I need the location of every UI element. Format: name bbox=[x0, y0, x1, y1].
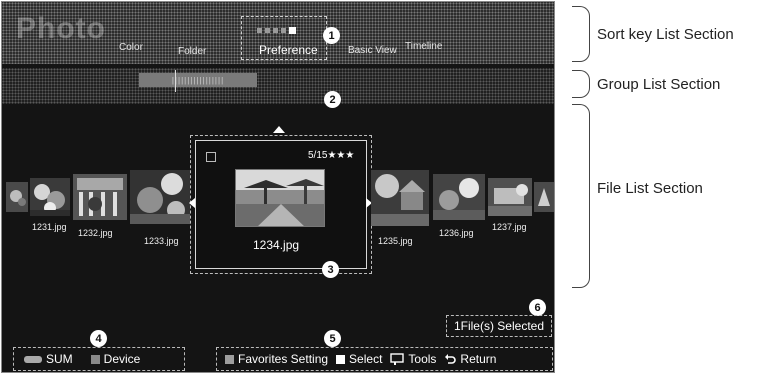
tools-label: Tools bbox=[408, 352, 437, 366]
sort-key-section-label: Sort key List Section bbox=[597, 26, 734, 43]
select-label: Select bbox=[349, 352, 383, 366]
file-bracket bbox=[572, 104, 590, 288]
select-key-icon bbox=[336, 354, 346, 364]
selected-file-name: 1234.jpg bbox=[253, 238, 300, 252]
file-section-label: File List Section bbox=[597, 180, 703, 197]
thumbnail-label: 1235.jpg bbox=[378, 236, 413, 246]
thumbnail-label: 1233.jpg bbox=[144, 236, 179, 246]
thumbnail-1236[interactable] bbox=[433, 174, 485, 220]
return-label: Return bbox=[460, 352, 497, 366]
sort-key-preference[interactable]: Preference bbox=[259, 43, 318, 57]
thumbnail-label: 1237.jpg bbox=[492, 222, 527, 232]
thumbnail-1231[interactable] bbox=[30, 178, 70, 216]
favorites-key-icon bbox=[225, 354, 234, 364]
bottom-left-hints: SUM Device bbox=[13, 347, 185, 371]
sum-icon bbox=[24, 355, 42, 363]
thumbnail-1232[interactable] bbox=[73, 174, 127, 220]
group-list-band bbox=[2, 68, 554, 104]
sum-hint[interactable]: SUM bbox=[24, 352, 73, 366]
thumbnail-label: 1232.jpg bbox=[78, 228, 113, 238]
select-hint[interactable]: Select bbox=[336, 352, 382, 366]
callout-6: 6 bbox=[529, 299, 546, 316]
callout-4: 4 bbox=[90, 330, 107, 347]
callout-2: 2 bbox=[324, 91, 341, 108]
return-hint[interactable]: Return bbox=[444, 352, 496, 366]
callout-5: 5 bbox=[324, 330, 341, 347]
group-section-label: Group List Section bbox=[597, 76, 721, 93]
group-list-bar[interactable]: ||||||||||||||||| bbox=[139, 73, 257, 87]
file-rating: 5/15★★★ bbox=[308, 150, 355, 161]
sort-key-folder[interactable]: Folder bbox=[178, 46, 206, 57]
thumbnail-partial-right[interactable] bbox=[534, 182, 554, 212]
scroll-up-arrow-icon[interactable] bbox=[273, 126, 285, 133]
app-title: Photo bbox=[16, 12, 106, 45]
group-bracket bbox=[572, 70, 590, 98]
callout-3: 3 bbox=[322, 261, 339, 278]
sort-key-basic-view[interactable]: Basic View bbox=[348, 45, 397, 56]
thumbnail-1237[interactable] bbox=[488, 178, 532, 216]
sum-label: SUM bbox=[46, 352, 73, 366]
sort-key-timeline[interactable]: Timeline bbox=[405, 41, 442, 52]
callout-1: 1 bbox=[323, 27, 340, 44]
bottom-right-hints: Favorites Setting Select Tools Return bbox=[216, 347, 553, 371]
sort-key-bracket bbox=[572, 6, 590, 62]
group-position-marker bbox=[175, 70, 176, 92]
return-icon bbox=[444, 353, 457, 365]
scroll-left-arrow-icon[interactable] bbox=[189, 198, 195, 208]
thumbnail-1235[interactable] bbox=[371, 170, 429, 226]
thumbnail-label: 1231.jpg bbox=[32, 222, 67, 232]
selected-file-preview bbox=[235, 169, 325, 227]
thumbnail-label: 1236.jpg bbox=[439, 228, 474, 238]
favorites-setting-hint[interactable]: Favorites Setting bbox=[225, 352, 328, 366]
device-label: Device bbox=[103, 352, 141, 366]
tools-icon bbox=[390, 353, 405, 365]
selection-status: 1File(s) Selected bbox=[446, 315, 552, 337]
device-key-icon bbox=[90, 354, 100, 364]
file-checkbox[interactable] bbox=[206, 152, 216, 162]
tools-hint[interactable]: Tools bbox=[390, 352, 436, 366]
favorites-label: Favorites Setting bbox=[238, 352, 329, 366]
tv-screen: Photo Color Folder Preference Basic View… bbox=[1, 1, 555, 373]
sort-key-color[interactable]: Color bbox=[119, 42, 143, 53]
thumbnail-1233[interactable] bbox=[130, 170, 190, 224]
device-hint[interactable]: Device bbox=[90, 352, 141, 366]
thumbnail-partial-left[interactable] bbox=[6, 182, 28, 212]
